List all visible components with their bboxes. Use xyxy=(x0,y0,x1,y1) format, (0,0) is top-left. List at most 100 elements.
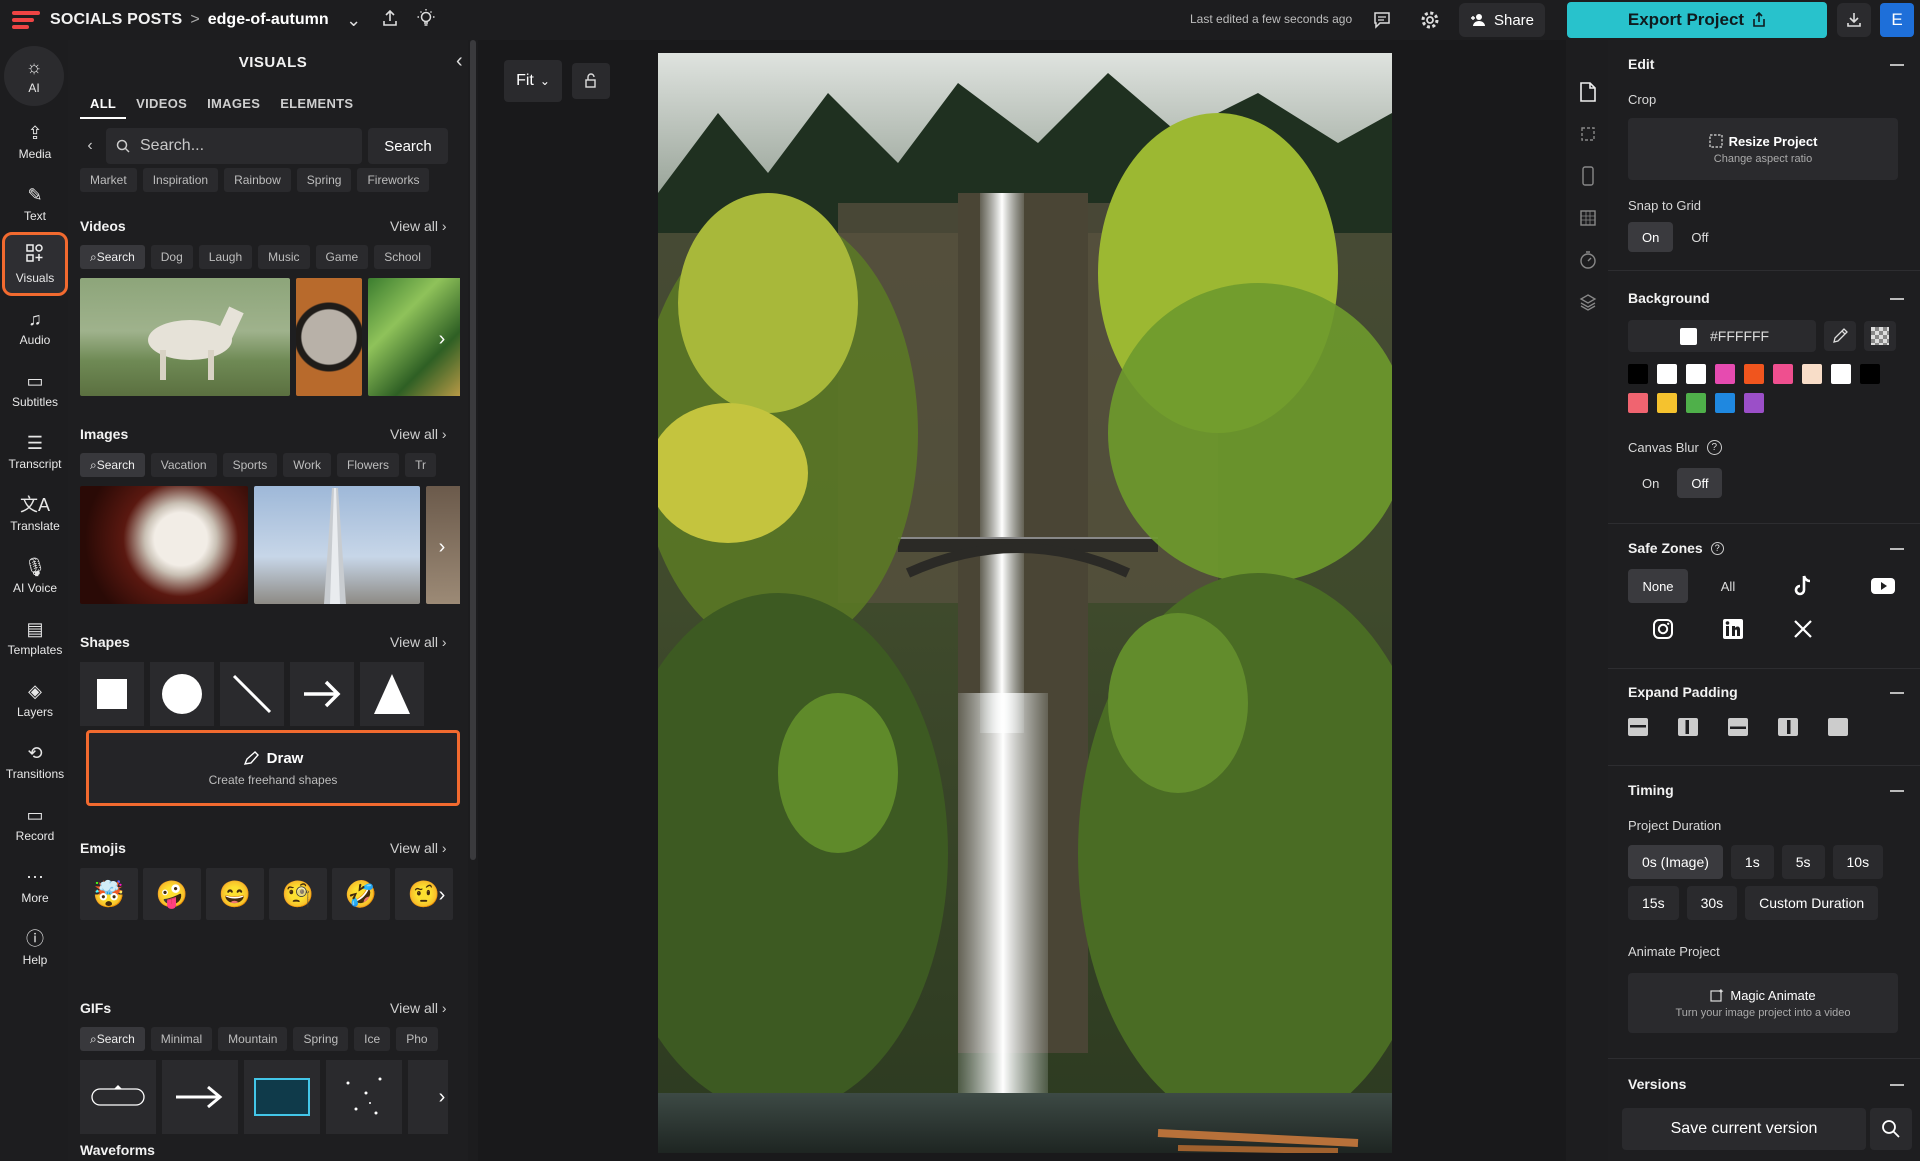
blur-on-button[interactable]: On xyxy=(1628,468,1673,498)
search-button[interactable]: Search xyxy=(368,128,448,164)
color-swatch[interactable] xyxy=(1744,393,1764,413)
video-thumb-horse[interactable] xyxy=(80,278,290,396)
collapse-minus-icon[interactable] xyxy=(1890,1084,1904,1086)
panel-scrollbar[interactable] xyxy=(469,40,477,860)
timer-icon[interactable] xyxy=(1576,248,1600,272)
nav-audio[interactable]: ♫ Audio xyxy=(4,298,66,358)
chevron-down-icon[interactable]: ⌄ xyxy=(343,10,365,31)
zoom-fit-dropdown[interactable]: Fit ⌄ xyxy=(504,60,562,102)
color-swatch[interactable] xyxy=(1744,364,1764,384)
chip-vacation[interactable]: Vacation xyxy=(150,453,217,477)
tab-videos[interactable]: VIDEOS xyxy=(126,96,197,119)
chevron-right-icon[interactable]: › xyxy=(432,532,452,562)
background-color-field[interactable]: #FFFFFF xyxy=(1628,320,1816,352)
emoji-item[interactable]: 🤪 xyxy=(143,868,201,920)
chip-spring[interactable]: Spring xyxy=(296,168,352,192)
chip-market[interactable]: Market xyxy=(80,168,137,192)
color-swatch[interactable] xyxy=(1860,364,1880,384)
chip-school[interactable]: School xyxy=(374,245,431,269)
color-swatch[interactable] xyxy=(1657,393,1677,413)
collapse-minus-icon[interactable] xyxy=(1890,64,1904,66)
chip-sports[interactable]: Sports xyxy=(222,453,278,477)
snap-off-button[interactable]: Off xyxy=(1677,222,1722,252)
canvas-image-waterfall[interactable] xyxy=(658,53,1392,1153)
linkedin-icon[interactable] xyxy=(1698,612,1768,646)
images-view-all[interactable]: View all › xyxy=(390,426,447,442)
padding-right-icon[interactable] xyxy=(1778,718,1798,736)
chip-inspiration[interactable]: Inspiration xyxy=(142,168,219,192)
resize-project-button[interactable]: Resize Project Change aspect ratio xyxy=(1628,118,1898,180)
search-versions-icon[interactable] xyxy=(1870,1108,1912,1150)
triangle-shape-icon[interactable] xyxy=(360,662,424,726)
emoji-item[interactable]: 🧐 xyxy=(269,868,327,920)
eyedropper-icon[interactable] xyxy=(1824,321,1856,351)
collapse-minus-icon[interactable] xyxy=(1890,548,1904,550)
chip-music[interactable]: Music xyxy=(258,245,310,269)
chip-game[interactable]: Game xyxy=(315,245,369,269)
user-avatar[interactable]: E xyxy=(1880,3,1914,37)
padding-left-icon[interactable] xyxy=(1678,718,1698,736)
color-swatch[interactable] xyxy=(1686,364,1706,384)
chevron-right-icon[interactable]: › xyxy=(432,880,452,910)
duration-15s-button[interactable]: 15s xyxy=(1628,886,1679,920)
app-logo-icon[interactable] xyxy=(12,11,40,29)
download-button[interactable] xyxy=(1837,3,1871,37)
chip-dog[interactable]: Dog xyxy=(150,245,193,269)
export-project-button[interactable]: Export Project xyxy=(1567,2,1827,38)
chip-fireworks[interactable]: Fireworks xyxy=(357,168,430,192)
image-thumb-skyscraper[interactable] xyxy=(254,486,420,604)
gif-arrow[interactable] xyxy=(162,1060,238,1134)
custom-duration-button[interactable]: Custom Duration xyxy=(1745,886,1879,920)
duration-30s-button[interactable]: 30s xyxy=(1686,886,1738,920)
collapse-minus-icon[interactable] xyxy=(1890,790,1904,792)
emoji-item[interactable]: 🤯 xyxy=(80,868,138,920)
help-circle-icon[interactable]: ? xyxy=(1710,541,1724,555)
chip-search[interactable]: ⌕ Search xyxy=(80,453,145,477)
chip-work[interactable]: Work xyxy=(283,453,332,477)
chip-rainbow[interactable]: Rainbow xyxy=(224,168,291,192)
nav-subtitles[interactable]: ▭ Subtitles xyxy=(4,360,66,420)
chip-search[interactable]: ⌕ Search xyxy=(80,1027,145,1051)
circle-shape-icon[interactable] xyxy=(150,662,214,726)
search-box[interactable] xyxy=(106,128,362,164)
duration-5s-button[interactable]: 5s xyxy=(1781,845,1825,879)
chip-search[interactable]: ⌕ Search xyxy=(80,245,145,269)
collapse-minus-icon[interactable] xyxy=(1890,692,1904,694)
safe-zone-none-button[interactable]: None xyxy=(1628,569,1688,603)
arrow-shape-icon[interactable] xyxy=(290,662,354,726)
blur-off-button[interactable]: Off xyxy=(1677,468,1723,498)
gifs-view-all[interactable]: View all › xyxy=(390,1000,447,1016)
gif-swipe-up[interactable] xyxy=(80,1060,156,1134)
chip-minimal[interactable]: Minimal xyxy=(150,1027,213,1051)
tab-all[interactable]: ALL xyxy=(80,96,127,119)
duration-0s-button[interactable]: 0s (Image) xyxy=(1628,845,1723,879)
resize-crop-icon[interactable] xyxy=(1576,122,1600,146)
chevron-right-icon[interactable]: › xyxy=(432,324,452,354)
magic-animate-button[interactable]: Magic Animate Turn your image project in… xyxy=(1628,973,1898,1033)
videos-view-all[interactable]: View all › xyxy=(390,218,447,234)
draw-button[interactable]: Draw Create freehand shapes xyxy=(86,730,460,806)
upload-icon[interactable] xyxy=(379,9,401,32)
color-swatch[interactable] xyxy=(1715,393,1735,413)
nav-ai-voice[interactable]: 🎙 AI Voice xyxy=(4,546,66,606)
transparent-color-icon[interactable] xyxy=(1864,321,1896,351)
share-button[interactable]: Share xyxy=(1459,3,1545,37)
chip-pho[interactable]: Pho xyxy=(396,1027,438,1051)
nav-visuals[interactable]: Visuals xyxy=(2,232,68,296)
nav-templates[interactable]: ▤ Templates xyxy=(4,608,66,668)
shapes-view-all[interactable]: View all › xyxy=(390,634,447,650)
breadcrumb-root[interactable]: SOCIALS POSTS xyxy=(50,11,182,29)
chip-mountain[interactable]: Mountain xyxy=(218,1027,288,1051)
nav-media[interactable]: ⇪ Media xyxy=(4,112,66,172)
chevron-right-icon[interactable]: › xyxy=(432,1082,452,1112)
chip-spring[interactable]: Spring xyxy=(293,1027,349,1051)
nav-translate[interactable]: 文A Translate xyxy=(4,484,66,544)
gif-screen[interactable] xyxy=(244,1060,320,1134)
gif-sparkles[interactable] xyxy=(326,1060,402,1134)
lightbulb-icon[interactable] xyxy=(415,8,437,33)
padding-bottom-icon[interactable] xyxy=(1728,718,1748,736)
chip-ice[interactable]: Ice xyxy=(354,1027,391,1051)
settings-gear-icon[interactable] xyxy=(1420,0,1440,40)
save-current-version-button[interactable]: Save current version xyxy=(1622,1108,1866,1150)
instagram-icon[interactable] xyxy=(1628,612,1698,646)
